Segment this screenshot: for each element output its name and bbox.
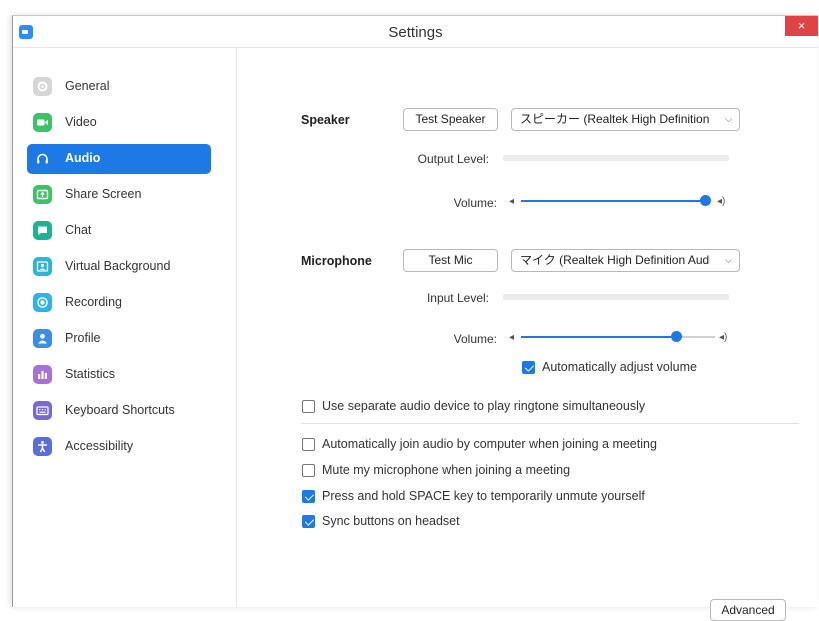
checkbox-label: Mute my microphone when joining a meetin…: [322, 463, 571, 477]
bar-chart-icon: [33, 365, 52, 384]
slider-thumb[interactable]: [700, 195, 711, 206]
sidebar-item-label: Keyboard Shortcuts: [65, 403, 175, 417]
checkbox-label: Sync buttons on headset: [322, 514, 460, 528]
checkbox[interactable]: [302, 438, 315, 451]
sidebar-item-label: General: [65, 79, 110, 93]
test-mic-button[interactable]: Test Mic: [403, 249, 498, 272]
advanced-button[interactable]: Advanced: [710, 599, 786, 621]
volume-high-icon: ◂): [719, 332, 728, 343]
input-level-label: Input Level:: [426, 291, 489, 305]
audio-settings-panel: Speaker Test Speaker スピーカー (Realtek High…: [237, 48, 818, 621]
input-level-meter: [503, 294, 729, 300]
test-speaker-button[interactable]: Test Speaker: [403, 108, 498, 131]
speaker-heading: Speaker: [301, 113, 350, 127]
volume-low-icon: ◂: [509, 196, 515, 207]
sidebar-item-label: Profile: [65, 331, 101, 345]
checkbox-label: Press and hold SPACE key to temporarily …: [322, 489, 645, 503]
sidebar-item-statistics[interactable]: Statistics: [27, 360, 211, 390]
volume-low-icon: ◂: [509, 332, 515, 343]
sidebar-item-label: Accessibility: [65, 439, 134, 453]
slider-fill: [521, 336, 677, 338]
settings-sidebar: General Video Audio Share Screen Chat Vi…: [13, 48, 237, 607]
profile-person-icon: [33, 329, 52, 348]
headphones-icon: [33, 149, 52, 168]
output-level-meter: [503, 155, 729, 161]
sidebar-item-share-screen[interactable]: Share Screen: [27, 180, 211, 210]
title-bar: Settings ×: [13, 16, 818, 48]
checkbox[interactable]: [302, 464, 315, 477]
chat-bubble-icon: [33, 221, 52, 240]
sidebar-item-video[interactable]: Video: [27, 108, 211, 138]
microphone-volume-label: Volume:: [453, 332, 497, 346]
accessibility-icon: [33, 437, 52, 456]
sidebar-item-recording[interactable]: Recording: [27, 288, 211, 318]
video-camera-icon: [33, 113, 52, 132]
speaker-volume-label: Volume:: [453, 196, 497, 210]
record-icon: [33, 293, 52, 312]
sidebar-item-chat[interactable]: Chat: [27, 216, 211, 246]
checkbox-label: Use separate audio device to play ringto…: [322, 399, 646, 413]
output-level-label: Output Level:: [417, 152, 489, 166]
close-button[interactable]: ×: [785, 16, 818, 36]
volume-high-icon: ◂): [717, 196, 726, 207]
speaker-volume-slider[interactable]: [521, 194, 711, 208]
virtual-background-icon: [33, 257, 52, 276]
microphone-device-value: マイク (Realtek High Definition Audi...: [520, 253, 710, 267]
checkbox-label: Automatically join audio by computer whe…: [322, 437, 657, 451]
share-screen-icon: [33, 185, 52, 204]
checkbox[interactable]: [522, 361, 535, 374]
sidebar-item-label: Statistics: [65, 367, 116, 381]
gear-icon: [33, 77, 52, 96]
checkbox[interactable]: [302, 400, 315, 413]
sidebar-item-keyboard-shortcuts[interactable]: Keyboard Shortcuts: [27, 396, 211, 426]
sidebar-item-label: Audio: [65, 151, 101, 165]
window-title: Settings: [388, 24, 443, 41]
sidebar-item-general[interactable]: General: [27, 72, 211, 102]
checkbox[interactable]: [302, 490, 315, 503]
sidebar-item-accessibility[interactable]: Accessibility: [27, 432, 211, 462]
slider-fill: [521, 200, 705, 202]
microphone-volume-slider[interactable]: [521, 330, 715, 344]
settings-window: Settings × General Video Audio Share Scr…: [12, 15, 818, 621]
keyboard-icon: [33, 401, 52, 420]
chevron-down-icon: ⌵: [725, 255, 732, 265]
sidebar-item-label: Video: [65, 115, 97, 129]
sidebar-item-label: Share Screen: [65, 187, 142, 201]
slider-thumb[interactable]: [671, 331, 683, 342]
speaker-device-select[interactable]: スピーカー (Realtek High Definition ... ⌵: [511, 108, 740, 131]
checkbox-label: Automatically adjust volume: [542, 360, 697, 374]
speaker-device-value: スピーカー (Realtek High Definition ...: [520, 112, 710, 126]
microphone-heading: Microphone: [301, 254, 372, 268]
section-divider: [301, 423, 799, 424]
sidebar-item-label: Recording: [65, 295, 122, 309]
sidebar-item-label: Chat: [65, 223, 92, 237]
checkbox[interactable]: [302, 515, 315, 528]
sidebar-item-audio[interactable]: Audio: [27, 144, 211, 174]
sidebar-item-virtual-background[interactable]: Virtual Background: [27, 252, 211, 282]
microphone-device-select[interactable]: マイク (Realtek High Definition Audi... ⌵: [511, 249, 740, 272]
sidebar-item-label: Virtual Background: [65, 259, 171, 273]
chevron-down-icon: ⌵: [725, 114, 732, 124]
sidebar-item-profile[interactable]: Profile: [27, 324, 211, 354]
